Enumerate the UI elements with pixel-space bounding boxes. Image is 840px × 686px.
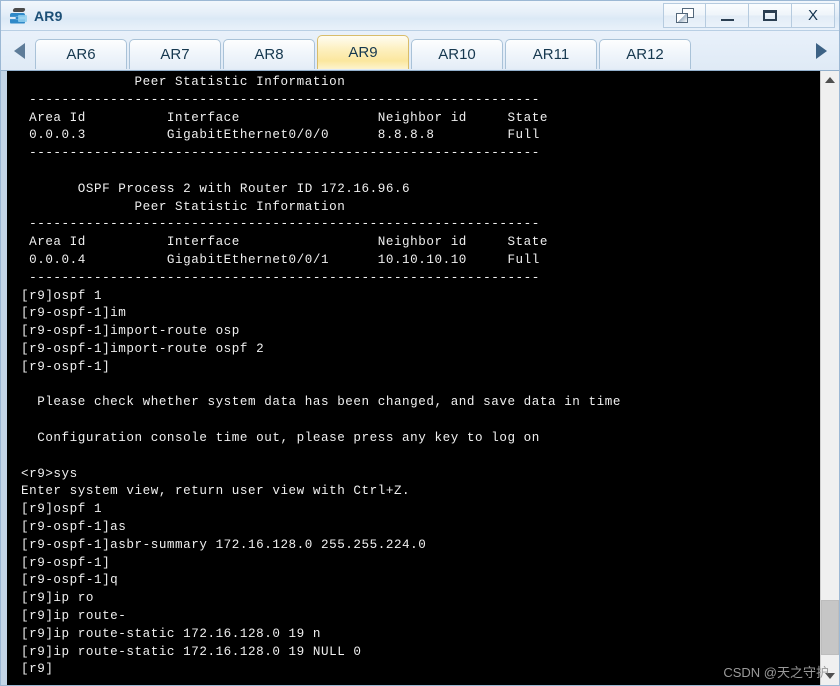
tab-ar12[interactable]: AR12: [599, 39, 691, 69]
console-line: OSPF Process 2 with Router ID 172.16.96.…: [21, 181, 411, 196]
minimize-icon: [720, 18, 734, 21]
scroll-up-button[interactable]: [821, 71, 839, 89]
restore-cascade-button[interactable]: [663, 3, 706, 28]
router-cli-window: AR9 X AR6 AR7 AR8 AR9 AR10 AR11 AR12 Pee…: [0, 0, 840, 686]
maximize-button[interactable]: [749, 3, 792, 28]
tab-ar11[interactable]: AR11: [505, 39, 597, 69]
console-line: [r9-ospf-1]q: [21, 573, 119, 588]
console-line: [r9]ospf 1: [21, 502, 103, 517]
tab-ar8[interactable]: AR8: [223, 39, 315, 69]
console-line: Peer Statistic Information: [21, 75, 346, 89]
tab-ar6[interactable]: AR6: [35, 39, 127, 69]
scrollbar-track[interactable]: [821, 89, 839, 667]
console-line: Area Id Interface Neighbor id State: [21, 235, 548, 250]
console-line: [r9]: [21, 662, 54, 677]
console-line: Area Id Interface Neighbor id State: [21, 110, 548, 125]
console-line: ----------------------------------------…: [21, 92, 540, 107]
window-controls: X: [663, 2, 835, 29]
console-scrollbar[interactable]: [820, 71, 839, 685]
close-button[interactable]: X: [792, 3, 835, 28]
tab-scroll-left-button[interactable]: [3, 32, 35, 70]
close-icon: X: [807, 7, 818, 24]
console-line: 0.0.0.3 GigabitEthernet0/0/0 8.8.8.8 Ful…: [21, 128, 540, 143]
tab-label: AR8: [254, 46, 284, 63]
chevron-right-icon: [815, 43, 827, 59]
tab-label: AR11: [532, 46, 570, 63]
scroll-up-arrow-icon: [825, 77, 835, 83]
console-line: [r9-ospf-1]: [21, 555, 111, 570]
console-line: [r9]ospf 1: [21, 288, 103, 303]
terminal-area: Peer Statistic Information -------------…: [1, 71, 839, 685]
scrollbar-thumb[interactable]: [821, 600, 839, 655]
console-line: [r9-ospf-1]asbr-summary 172.16.128.0 255…: [21, 537, 427, 552]
tab-ar10[interactable]: AR10: [411, 39, 503, 69]
maximize-icon: [763, 10, 777, 21]
console-line: Configuration console time out, please p…: [21, 430, 540, 445]
device-tab-bar: AR6 AR7 AR8 AR9 AR10 AR11 AR12: [1, 31, 839, 71]
window-title: AR9: [34, 7, 63, 24]
console-line: [r9-ospf-1]as: [21, 519, 127, 534]
console-line: [r9]ip route-static 172.16.128.0 19 NULL…: [21, 644, 362, 659]
tab-list: AR6 AR7 AR8 AR9 AR10 AR11 AR12: [35, 32, 805, 70]
console-line: Please check whether system data has bee…: [21, 395, 621, 410]
tab-label: AR10: [438, 46, 476, 63]
console-line: [r9]ip route-static 172.16.128.0 19 n: [21, 626, 321, 641]
tab-label: AR9: [348, 44, 378, 61]
console-line: [r9-ospf-1]: [21, 359, 111, 374]
console-line: [r9]ip route-: [21, 608, 127, 623]
tab-label: AR7: [160, 46, 190, 63]
minimize-button[interactable]: [706, 3, 749, 28]
title-bar: AR9 X: [1, 1, 839, 31]
scroll-down-arrow-icon: [825, 673, 835, 679]
console-line: ----------------------------------------…: [21, 270, 540, 285]
console-line: 0.0.0.4 GigabitEthernet0/0/1 10.10.10.10…: [21, 252, 540, 267]
scroll-down-button[interactable]: [821, 667, 839, 685]
console-line: [r9-ospf-1]import-route ospf 2: [21, 341, 265, 356]
console-line: [r9-ospf-1]import-route osp: [21, 324, 240, 339]
tab-label: AR6: [66, 46, 96, 63]
console-line: [r9]ip ro: [21, 591, 94, 606]
tab-ar9[interactable]: AR9: [317, 35, 409, 69]
console-line: [r9-ospf-1]im: [21, 306, 127, 321]
console-line: Peer Statistic Information: [21, 199, 346, 214]
console-line: Enter system view, return user view with…: [21, 484, 411, 499]
console-line: ----------------------------------------…: [21, 146, 540, 161]
tab-scroll-right-button[interactable]: [805, 32, 837, 70]
tab-label: AR12: [626, 46, 664, 63]
tab-ar7[interactable]: AR7: [129, 39, 221, 69]
tab-bar-filler: [693, 42, 805, 70]
console-line: <r9>sys: [21, 466, 78, 481]
restore-window-icon: [675, 8, 694, 23]
router-device-icon: [9, 6, 29, 26]
console-line: ----------------------------------------…: [21, 217, 540, 232]
chevron-left-icon: [13, 43, 25, 59]
console-output[interactable]: Peer Statistic Information -------------…: [7, 71, 820, 685]
